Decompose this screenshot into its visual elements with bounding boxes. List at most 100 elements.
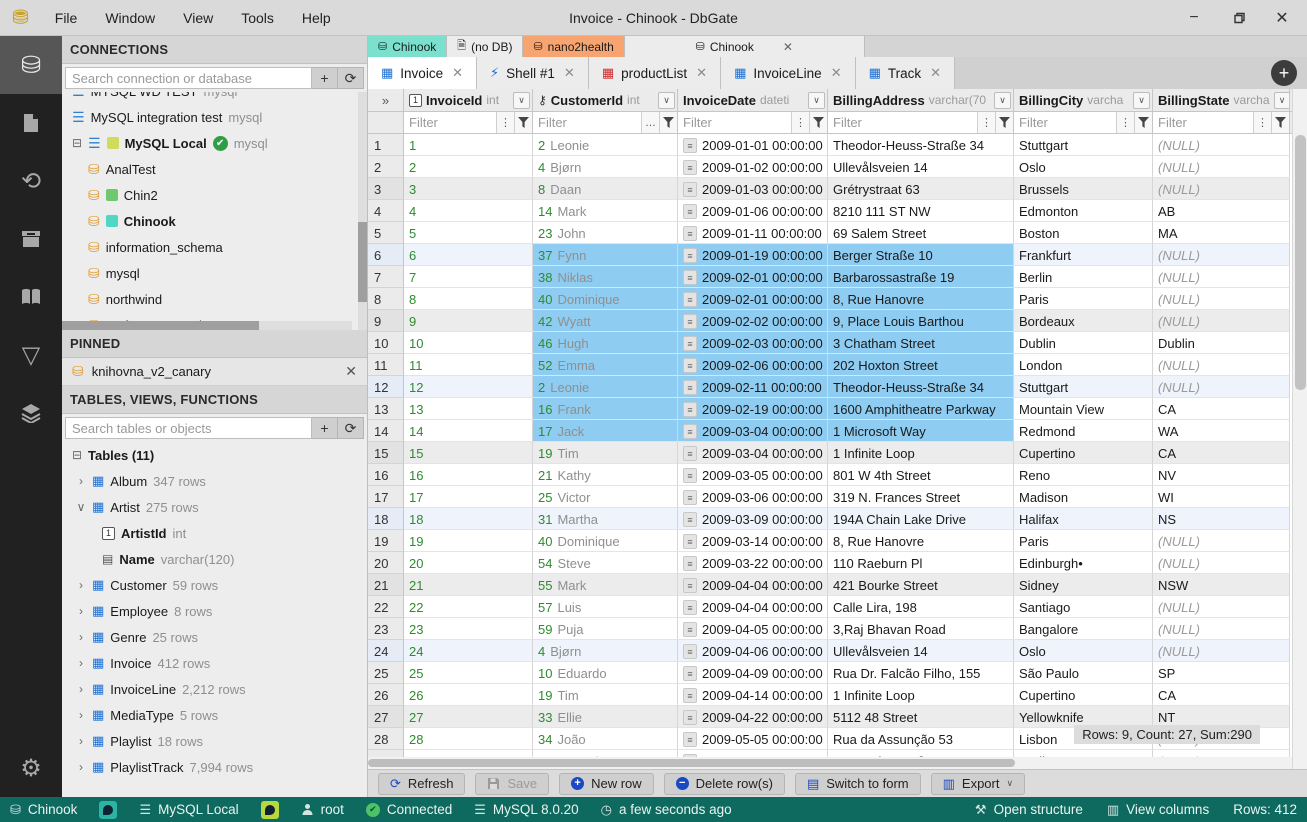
- cell-invoiceid[interactable]: 24: [404, 640, 533, 662]
- cell-billingaddress[interactable]: 8210 111 ST NW: [828, 200, 1014, 222]
- cell-billingstate[interactable]: (NULL): [1153, 376, 1290, 398]
- menu-item-window[interactable]: Window: [93, 6, 167, 30]
- cell-billingcity[interactable]: Reno: [1014, 464, 1153, 486]
- row-number-cell[interactable]: 16: [368, 464, 404, 486]
- table-item[interactable]: › ▦ Employee 8 rows: [62, 598, 367, 624]
- filter-funnel-button[interactable]: [514, 112, 532, 133]
- cell-invoiceid[interactable]: 14: [404, 420, 533, 442]
- cell-billingcity[interactable]: Edmonton: [1014, 200, 1153, 222]
- cell-customerid[interactable]: 8 Daan: [533, 178, 678, 200]
- db-tab[interactable]: 🗎 (no DB): [447, 36, 524, 57]
- edit-cell-icon[interactable]: ≡: [683, 710, 697, 725]
- edit-cell-icon[interactable]: ≡: [683, 160, 697, 175]
- cell-billingcity[interactable]: Frankfurt: [1014, 244, 1153, 266]
- cell-customerid[interactable]: 55 Mark: [533, 574, 678, 596]
- column-menu-button[interactable]: ∨: [994, 91, 1011, 109]
- cell-billingaddress[interactable]: 8, Rue Hanovre: [828, 530, 1014, 552]
- edit-cell-icon[interactable]: ≡: [683, 380, 697, 395]
- expand-icon[interactable]: ›: [76, 578, 86, 592]
- rail-item-filter[interactable]: ▽: [0, 326, 62, 384]
- cell-billingcity[interactable]: Dublin: [1014, 332, 1153, 354]
- table-item[interactable]: › ▦ Invoice 412 rows: [62, 650, 367, 676]
- expand-icon[interactable]: ›: [76, 682, 86, 696]
- hscroll-thumb[interactable]: [62, 321, 260, 330]
- edit-cell-icon[interactable]: ≡: [683, 424, 697, 439]
- cell-customerid[interactable]: 31 Martha: [533, 508, 678, 530]
- cell-billingaddress[interactable]: Berger Straße 10: [828, 244, 1014, 266]
- cell-billingcity[interactable]: Berlin: [1014, 266, 1153, 288]
- edit-cell-icon[interactable]: ≡: [683, 138, 697, 153]
- cell-billingstate[interactable]: Dublin: [1153, 332, 1290, 354]
- cell-invoicedate[interactable]: ≡ 2009-03-04 00:00:00: [678, 420, 828, 442]
- row-number-cell[interactable]: 10: [368, 332, 404, 354]
- new-connection-button[interactable]: +: [1271, 60, 1297, 86]
- cell-invoicedate[interactable]: ≡ 2009-01-06 00:00:00: [678, 200, 828, 222]
- cell-customerid[interactable]: 33 Ellie: [533, 706, 678, 728]
- cell-billingaddress[interactable]: 202 Hoxton Street: [828, 354, 1014, 376]
- cell-billingstate[interactable]: MA: [1153, 222, 1290, 244]
- cell-billingaddress[interactable]: 421 Bourke Street: [828, 574, 1014, 596]
- expand-icon[interactable]: ›: [76, 708, 86, 722]
- tab-productlist[interactable]: ▦ productList ✕: [588, 57, 722, 89]
- filter-menu-button[interactable]: …: [641, 112, 659, 133]
- column-menu-button[interactable]: ∨: [513, 91, 530, 109]
- cell-billingstate[interactable]: NV: [1153, 464, 1290, 486]
- edit-cell-icon[interactable]: ≡: [683, 556, 697, 571]
- filter-input[interactable]: Filter: [533, 112, 641, 133]
- table-item[interactable]: › ▦ Album 347 rows: [62, 468, 367, 494]
- cell-invoiceid[interactable]: 22: [404, 596, 533, 618]
- row-number-cell[interactable]: 5: [368, 222, 404, 244]
- cell-invoiceid[interactable]: 28: [404, 728, 533, 750]
- connection-item[interactable]: ☰ MySQL integration test mysql: [62, 104, 367, 130]
- cell-invoiceid[interactable]: 2: [404, 156, 533, 178]
- cell-billingcity[interactable]: Mountain View: [1014, 398, 1153, 420]
- cell-invoicedate[interactable]: ≡ 2009-04-06 00:00:00: [678, 640, 828, 662]
- chinook-status[interactable]: ⛁ Chinook: [10, 802, 77, 818]
- cell-customerid[interactable]: 42 Wyatt: [533, 310, 678, 332]
- cell-invoiceid[interactable]: 11: [404, 354, 533, 376]
- cell-invoiceid[interactable]: 17: [404, 486, 533, 508]
- cell-billingcity[interactable]: Cupertino: [1014, 442, 1153, 464]
- cell-billingstate[interactable]: CA: [1153, 684, 1290, 706]
- filter-funnel-button[interactable]: [659, 112, 677, 133]
- filter-input[interactable]: Filter: [828, 112, 977, 133]
- cell-customerid[interactable]: 2 Leonie: [533, 134, 678, 156]
- cell-invoicedate[interactable]: ≡ 2009-02-03 00:00:00: [678, 332, 828, 354]
- cell-billingaddress[interactable]: Ullevålsveien 14: [828, 156, 1014, 178]
- minimize-button[interactable]: −: [1185, 9, 1203, 27]
- expand-icon[interactable]: ›: [76, 760, 86, 774]
- cell-billingaddress[interactable]: 194A Chain Lake Drive: [828, 508, 1014, 530]
- cell-billingstate[interactable]: SP: [1153, 662, 1290, 684]
- filter-menu-button[interactable]: ⋮: [1116, 112, 1134, 133]
- row-number-cell[interactable]: 9: [368, 310, 404, 332]
- cell-billingaddress[interactable]: Ullevålsveien 14: [828, 640, 1014, 662]
- cell-invoiceid[interactable]: 5: [404, 222, 533, 244]
- column-item[interactable]: ▤ Name varchar(120): [62, 546, 367, 572]
- cell-invoiceid[interactable]: 27: [404, 706, 533, 728]
- row-number-cell[interactable]: 26: [368, 684, 404, 706]
- cell-invoicedate[interactable]: ≡ 2009-02-02 00:00:00: [678, 310, 828, 332]
- column-menu-button[interactable]: ∨: [658, 91, 675, 109]
- connections-vscrollbar[interactable]: [358, 92, 367, 330]
- cell-billingaddress[interactable]: 319 N. Frances Street: [828, 486, 1014, 508]
- add-connection-button[interactable]: +: [312, 67, 338, 89]
- cell-billingaddress[interactable]: Grétrystraat 63: [828, 178, 1014, 200]
- cell-customerid[interactable]: 4 Bjørn: [533, 156, 678, 178]
- cell-invoiceid[interactable]: 25: [404, 662, 533, 684]
- row-number-cell[interactable]: 29: [368, 750, 404, 757]
- filter-menu-button[interactable]: ⋮: [1253, 112, 1271, 133]
- cell-billingstate[interactable]: WA: [1153, 420, 1290, 442]
- tab-invoice[interactable]: ▦ Invoice ✕: [368, 57, 477, 89]
- cell-billingaddress[interactable]: 3 Chatham Street: [828, 332, 1014, 354]
- row-number-cell[interactable]: 24: [368, 640, 404, 662]
- cell-billingcity[interactable]: Halifax: [1014, 508, 1153, 530]
- cell-billingstate[interactable]: (NULL): [1153, 552, 1290, 574]
- switch-to-form-button[interactable]: ▤ Switch to form: [794, 772, 921, 795]
- cell-billingaddress[interactable]: 5112 48 Street: [828, 706, 1014, 728]
- cell-billingaddress[interactable]: 69 Salem Street: [828, 222, 1014, 244]
- save-button[interactable]: Save: [475, 772, 550, 795]
- edit-cell-icon[interactable]: ≡: [683, 270, 697, 285]
- menu-item-view[interactable]: View: [171, 6, 225, 30]
- cell-customerid[interactable]: 21 Kathy: [533, 464, 678, 486]
- edit-cell-icon[interactable]: ≡: [683, 732, 697, 747]
